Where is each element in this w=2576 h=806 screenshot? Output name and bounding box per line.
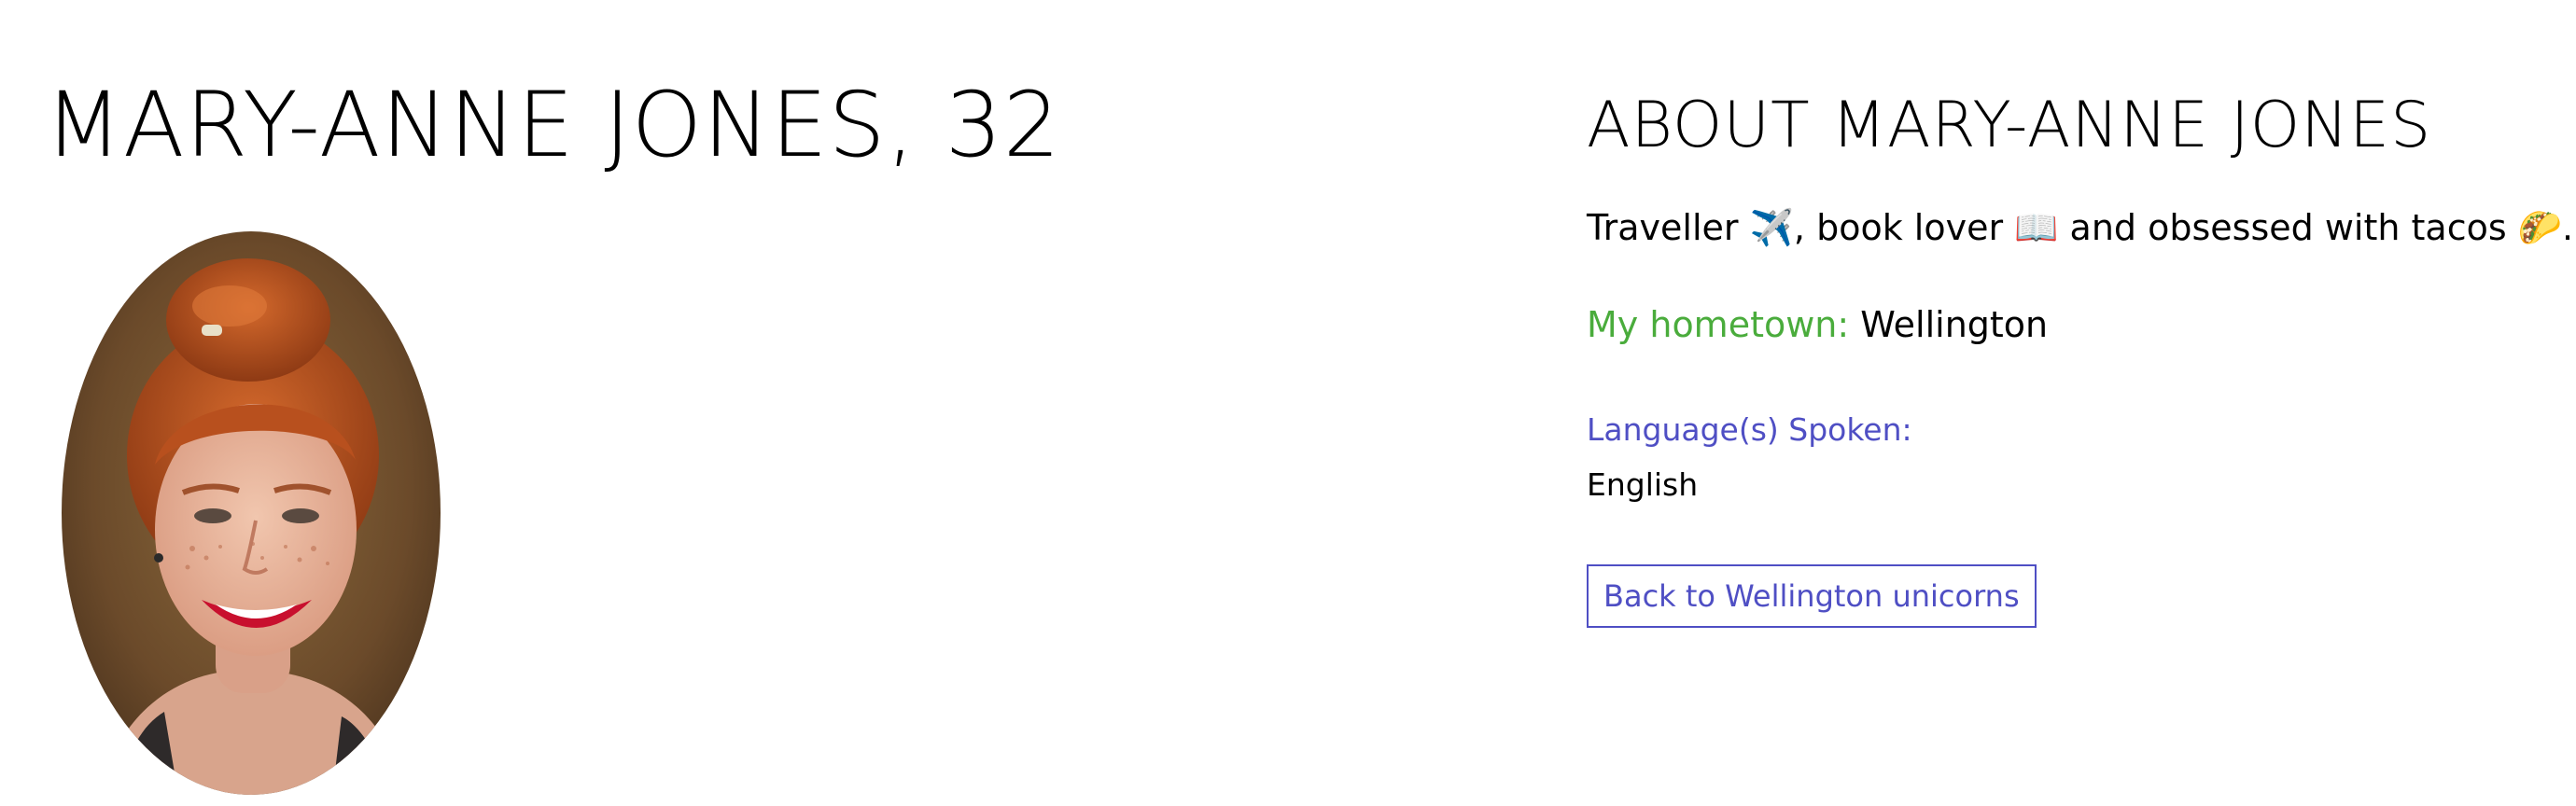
profile-column: MARY-ANNE JONES, 32 (45, 0, 1445, 806)
about-column: ABOUT MARY-ANNE JONES Traveller ✈️, book… (1587, 0, 2573, 806)
bio-text: Traveller ✈️, book lover 📖 and obsessed … (1587, 207, 2574, 248)
about-heading: ABOUT MARY-ANNE JONES (1587, 89, 2432, 162)
hometown-value: Wellington (1860, 304, 2049, 345)
back-to-city-button[interactable]: Back to Wellington unicorns (1587, 564, 2037, 628)
profile-name-heading: MARY-ANNE JONES, 32 (45, 73, 1061, 177)
profile-photo (62, 231, 441, 795)
hometown-label: My hometown: (1587, 304, 1850, 345)
hometown-line: My hometown: Wellington (1587, 297, 2048, 353)
languages-value: English (1587, 466, 1699, 503)
profile-photo-image (62, 231, 441, 795)
languages-label: Language(s) Spoken: (1587, 411, 1912, 448)
